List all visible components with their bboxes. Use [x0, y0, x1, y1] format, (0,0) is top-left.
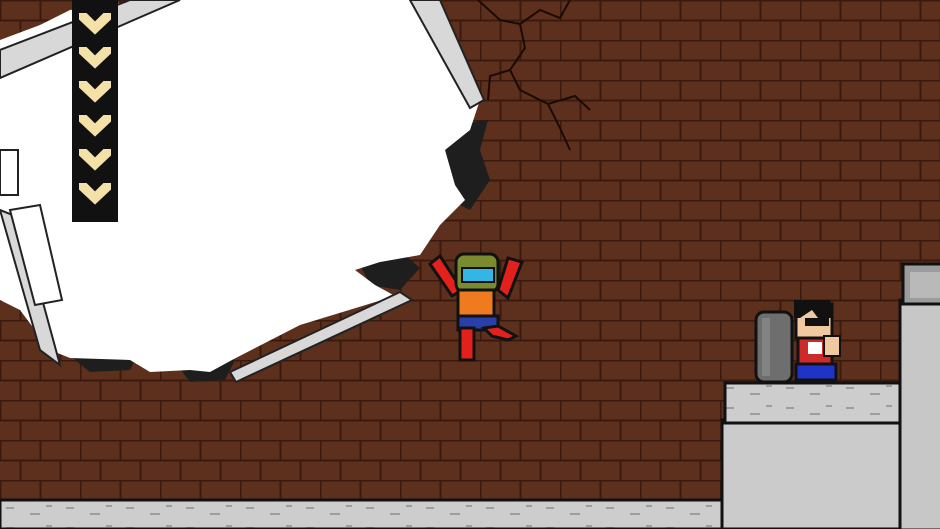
health-bar	[72, 0, 118, 222]
riot-shield	[754, 310, 794, 384]
ground-floor	[0, 498, 727, 529]
game-viewport[interactable]	[0, 0, 940, 529]
enemy-riot-guard[interactable]	[754, 300, 841, 384]
concrete-ledge	[723, 381, 902, 425]
game-canvas	[0, 0, 940, 529]
concrete-pillar	[898, 262, 940, 529]
